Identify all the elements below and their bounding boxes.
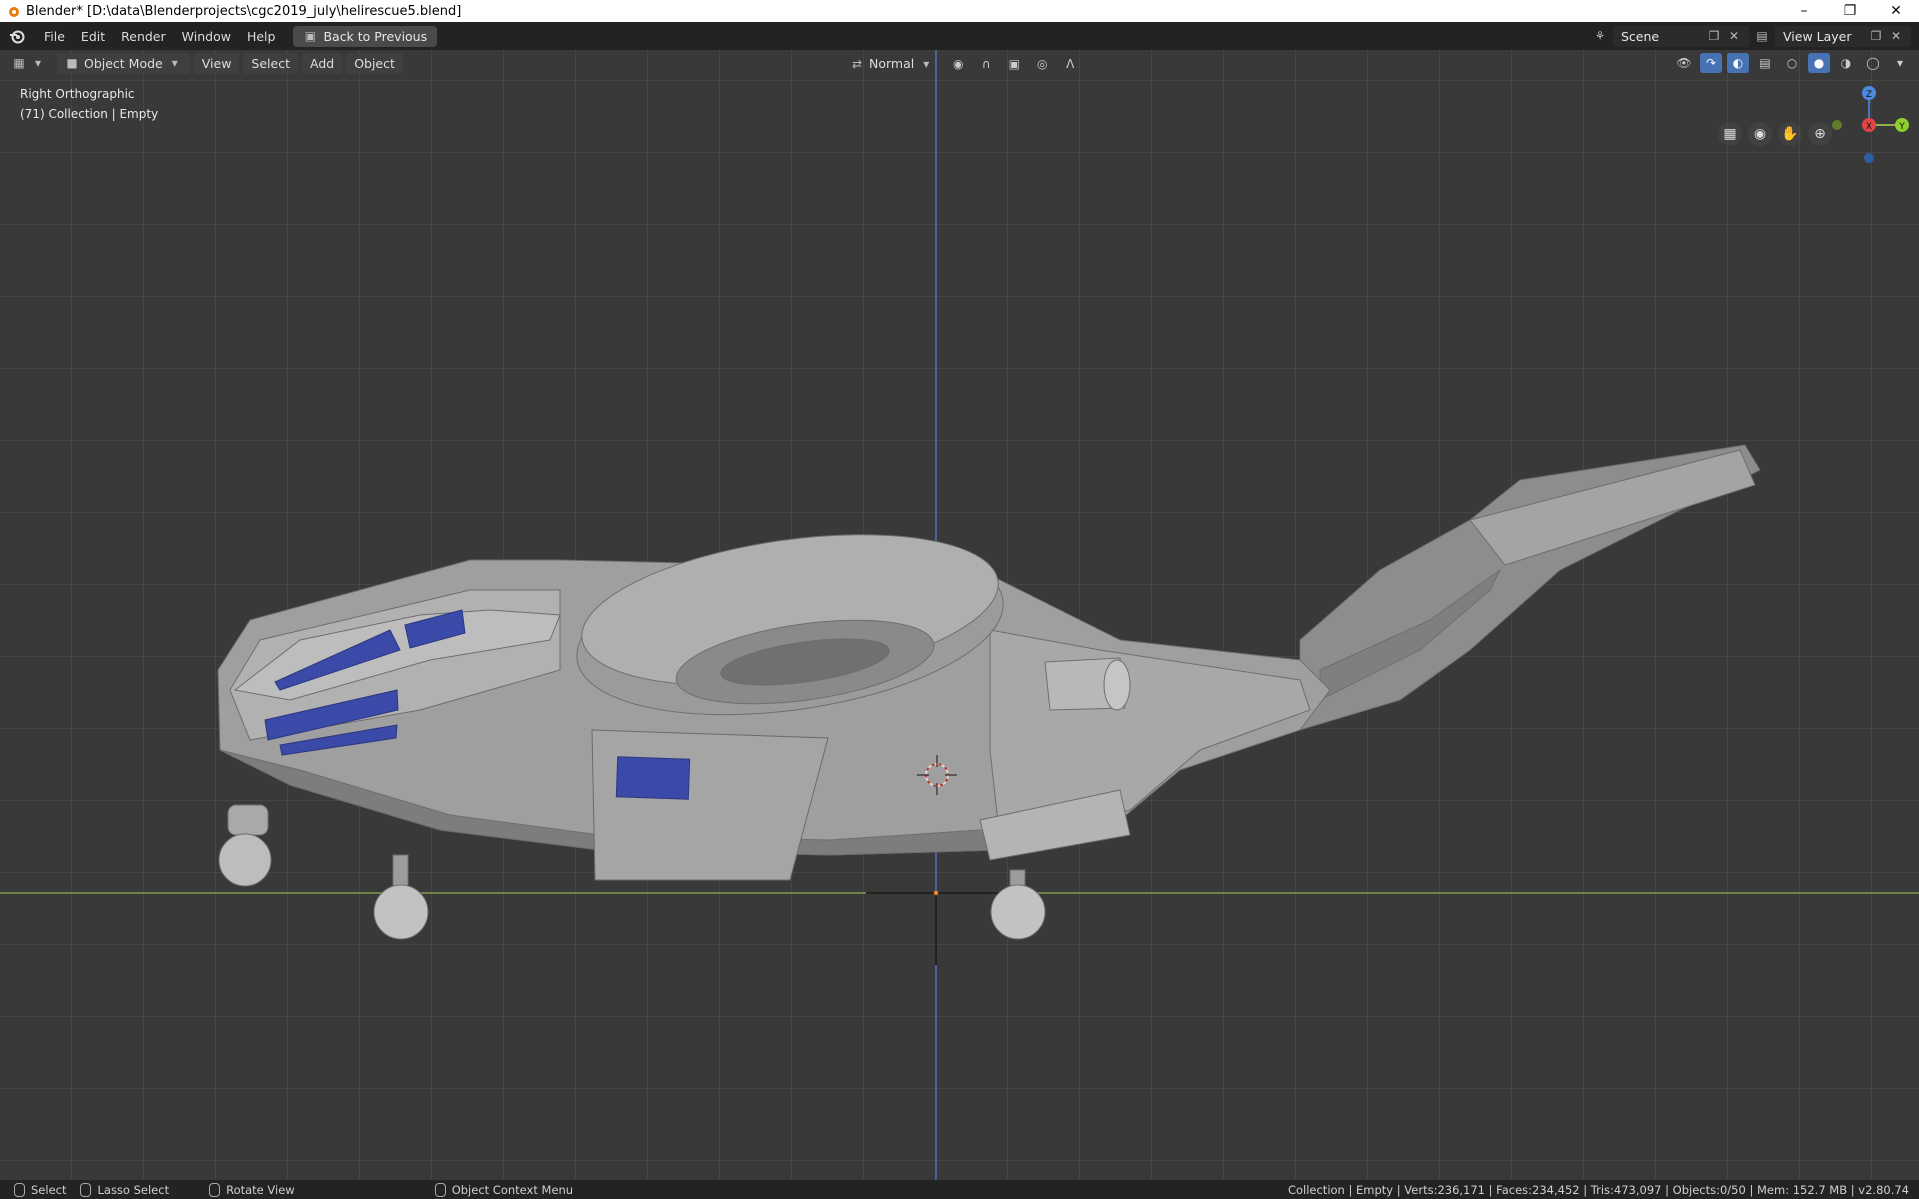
viewport-nav-buttons: ▦ ◉ ✋ ⊕ <box>1718 122 1832 146</box>
minimize-button[interactable]: – <box>1781 0 1827 22</box>
gizmo-neg-z <box>1864 153 1874 163</box>
orientation-label: Normal <box>869 56 915 71</box>
menu-object[interactable]: Object <box>346 52 403 74</box>
side-window <box>615 756 691 800</box>
scene-selector[interactable]: Scene ❐ ✕ <box>1613 25 1749 47</box>
chevron-down-icon: ▾ <box>171 56 178 70</box>
helicopter-model <box>217 444 1761 940</box>
menu-edit[interactable]: Edit <box>73 26 113 47</box>
editor-type-icon: ▦ <box>13 56 25 70</box>
xray-toggle-icon[interactable]: ▤ <box>1754 53 1776 73</box>
back-to-previous-label: Back to Previous <box>323 28 428 44</box>
blender-app-icon <box>9 7 19 17</box>
mouse-drag-icon <box>80 1182 92 1197</box>
chevron-down-icon: ▾ <box>923 56 930 71</box>
menu-select-label: Select <box>251 55 290 71</box>
menu-window[interactable]: Window <box>174 26 239 47</box>
menu-help[interactable]: Help <box>239 26 284 47</box>
viewport-scene[interactable]: Z X Y <box>0 50 1919 1180</box>
orientation-icon: ⇄ <box>851 56 863 71</box>
material-shading-icon[interactable]: ◑ <box>1835 53 1857 73</box>
3d-viewport[interactable]: Z X Y ▦ ▾ ■ Object Mode ▾ View Select Ad… <box>0 50 1919 1180</box>
window-titlebar: Blender* [D:\data\Blenderprojects\cgc201… <box>0 0 1919 22</box>
viewport-shading-tools: 👁 ↷ ◐ ▤ ○ ● ◑ ◯ ▾ <box>1673 53 1911 73</box>
window-title: Blender* [D:\data\Blenderprojects\cgc201… <box>26 3 462 19</box>
menu-object-label: Object <box>354 55 395 71</box>
editor-type-selector[interactable]: ▦ ▾ <box>4 53 53 73</box>
menu-select[interactable]: Select <box>243 52 298 74</box>
status-select: Select <box>14 1182 67 1197</box>
blender-logo-icon[interactable] <box>8 27 26 45</box>
gizmo-z-label: Z <box>1866 90 1872 100</box>
new-view-layer-icon[interactable]: ❐ <box>1869 29 1883 43</box>
close-button[interactable]: ✕ <box>1873 0 1919 22</box>
object-mode-icon: ■ <box>66 56 78 70</box>
falloff-icon[interactable]: Λ <box>1059 54 1081 74</box>
mouse-left-icon <box>14 1182 25 1197</box>
view-layer-name: View Layer <box>1783 28 1852 44</box>
view-layer-selector[interactable]: View Layer ❐ ✕ <box>1775 25 1911 47</box>
side-door-panel <box>591 729 829 881</box>
chevron-down-icon: ▾ <box>34 56 42 70</box>
viewport-info: Right Orthographic (71) Collection | Emp… <box>20 84 158 124</box>
transform-orientation-selector[interactable]: ⇄ Normal ▾ <box>842 53 941 74</box>
engine-cylinder <box>1044 657 1131 711</box>
new-scene-icon[interactable]: ❐ <box>1707 29 1721 43</box>
status-lasso-label: Lasso Select <box>97 1182 170 1197</box>
snap-target-icon[interactable]: ▣ <box>1003 54 1025 74</box>
view-layer-icon[interactable]: ▤ <box>1755 29 1769 43</box>
view-name: Right Orthographic <box>20 87 135 101</box>
collection-info: (71) Collection | Empty <box>20 107 159 121</box>
grid-toggle-icon[interactable]: ▦ <box>1718 122 1742 146</box>
solid-shading-icon[interactable]: ● <box>1808 53 1830 73</box>
top-menubar: File Edit Render Window Help ▣ Back to P… <box>0 22 1919 50</box>
mode-selector[interactable]: ■ Object Mode ▾ <box>57 52 190 74</box>
transform-tools: ⇄ Normal ▾ ◉ ∩ ▣ ◎ Λ <box>838 53 1081 74</box>
zoom-icon[interactable]: ⊕ <box>1808 122 1832 146</box>
pan-hand-icon[interactable]: ✋ <box>1778 122 1802 146</box>
status-context: Object Context Menu <box>434 1182 574 1197</box>
status-rotate: Rotate View <box>209 1182 295 1197</box>
pivot-point-icon[interactable]: ◉ <box>947 54 969 74</box>
screen-back-icon: ▣ <box>304 29 317 43</box>
scene-name: Scene <box>1621 28 1660 44</box>
shading-options-icon[interactable]: ▾ <box>1889 53 1911 73</box>
scene-icon[interactable]: ⚘ <box>1593 29 1607 43</box>
menu-render[interactable]: Render <box>113 26 174 47</box>
mouse-right-icon <box>434 1182 446 1197</box>
front-landing-gear <box>218 804 272 887</box>
empty-object <box>866 890 1006 965</box>
gizmo-neg-y <box>1832 120 1842 130</box>
gizmo-toggle-icon[interactable]: ↷ <box>1700 53 1722 73</box>
wireframe-shading-icon[interactable]: ○ <box>1781 53 1803 73</box>
menu-add-label: Add <box>309 55 335 71</box>
status-select-label: Select <box>31 1182 67 1197</box>
status-bar: Select Lasso Select Rotate View Object C… <box>0 1180 1919 1199</box>
restore-button[interactable]: ❐ <box>1827 0 1873 22</box>
scene-statistics: Collection | Empty | Verts:236,171 | Fac… <box>1287 1182 1909 1197</box>
remove-scene-icon[interactable]: ✕ <box>1727 29 1741 43</box>
status-lasso: Lasso Select <box>80 1182 170 1197</box>
remove-view-layer-icon[interactable]: ✕ <box>1889 29 1903 43</box>
mouse-middle-icon <box>209 1182 221 1197</box>
visibility-icon[interactable]: 👁 <box>1673 53 1695 73</box>
menu-view-label: View <box>201 55 232 71</box>
gizmo-x-label: X <box>1866 122 1872 132</box>
menu-view[interactable]: View <box>193 52 240 74</box>
overlay-toggle-icon[interactable]: ◐ <box>1727 53 1749 73</box>
camera-view-icon[interactable]: ◉ <box>1748 122 1772 146</box>
proportional-edit-icon[interactable]: ◎ <box>1031 54 1053 74</box>
navigation-gizmo: Z X Y <box>1832 86 1909 163</box>
menu-file[interactable]: File <box>36 26 73 47</box>
menu-add[interactable]: Add <box>301 52 343 74</box>
back-to-previous-button[interactable]: ▣ Back to Previous <box>293 25 438 47</box>
gizmo-y-label: Y <box>1898 122 1905 132</box>
snap-icon[interactable]: ∩ <box>975 54 997 74</box>
status-rotate-label: Rotate View <box>226 1182 295 1197</box>
rendered-shading-icon[interactable]: ◯ <box>1862 53 1884 73</box>
status-context-label: Object Context Menu <box>451 1182 574 1197</box>
viewport-header: ▦ ▾ ■ Object Mode ▾ View Select Add Obje… <box>0 50 1919 76</box>
mode-label: Object Mode <box>84 55 163 71</box>
